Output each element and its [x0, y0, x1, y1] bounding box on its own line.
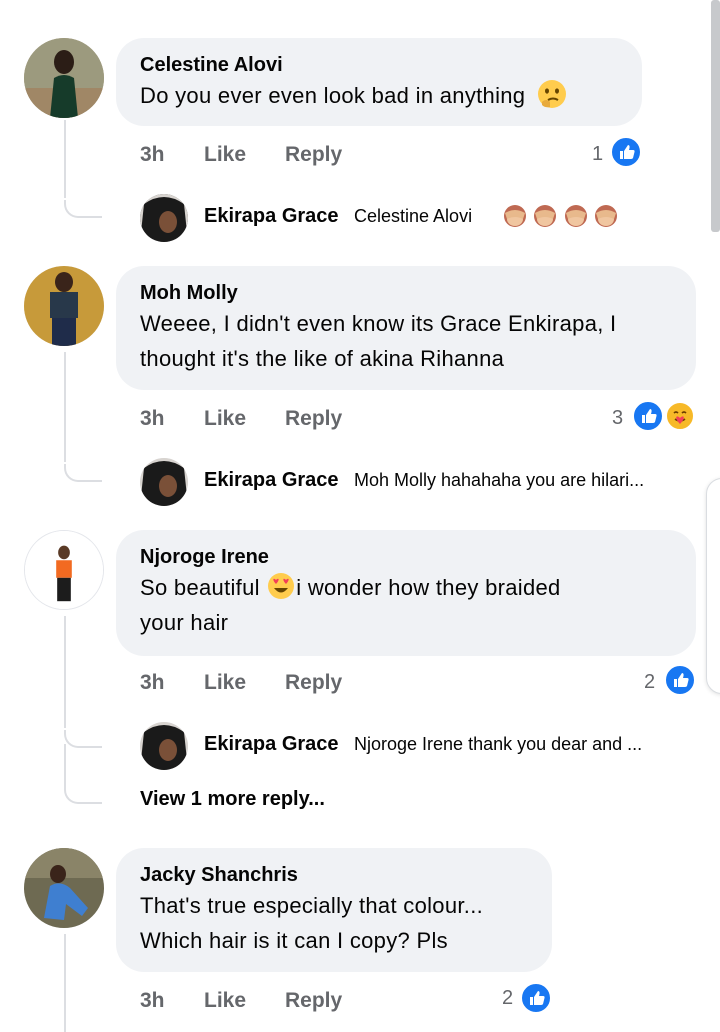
timestamp: 3h — [140, 407, 165, 430]
reaction-count[interactable]: 3 — [612, 407, 623, 430]
see-no-evil-monkey-emoji — [595, 205, 618, 227]
thread-branch — [64, 200, 102, 218]
avatar[interactable] — [140, 194, 188, 242]
avatar[interactable] — [24, 38, 104, 118]
comment-text: That's true especially that colour... Wh… — [140, 888, 528, 958]
comment-text-line: So beautiful i wonder how they braided — [140, 570, 672, 605]
reaction-count[interactable]: 2 — [502, 987, 513, 1010]
thread-line — [64, 616, 66, 728]
avatar[interactable] — [24, 266, 104, 346]
reply-button[interactable]: Reply — [285, 671, 342, 695]
thread-line — [64, 120, 66, 198]
comment-bubble: Celestine Alovi Do you ever even look ba… — [116, 38, 642, 126]
view-more-replies-link[interactable]: View 1 more reply... — [140, 788, 325, 811]
avatar[interactable] — [140, 458, 188, 506]
like-button[interactable]: Like — [204, 143, 246, 167]
like-button[interactable]: Like — [204, 407, 246, 431]
comment-bubble: Jacky Shanchris That's true especially t… — [116, 848, 552, 972]
comment-bubble: Moh Molly Weeee, I didn't even know its … — [116, 266, 696, 390]
like-button[interactable]: Like — [204, 989, 246, 1013]
comment-text-content: Do you ever even look bad in anything — [140, 83, 526, 108]
heart-eyes-emoji — [268, 573, 295, 599]
avatar[interactable] — [24, 848, 104, 928]
thread-branch — [64, 730, 102, 748]
scrollbar[interactable] — [711, 0, 720, 232]
comment-text: So beautiful i wonder how they braided y… — [140, 570, 672, 640]
commenter-name[interactable]: Celestine Alovi — [140, 52, 618, 78]
reply-button[interactable]: Reply — [285, 989, 342, 1013]
like-reaction-icon[interactable] — [520, 982, 552, 1014]
reply-text: Njoroge Irene thank you dear and ... — [354, 734, 643, 754]
see-no-evil-monkey-emoji — [564, 205, 587, 227]
comment-text: Weeee, I didn't even know its Grace Enki… — [140, 306, 672, 376]
comment-text-part: i wonder how they braided — [296, 575, 561, 600]
reaction-count[interactable]: 2 — [644, 671, 655, 694]
replier-name[interactable]: Ekirapa Grace — [204, 733, 339, 756]
like-button[interactable]: Like — [204, 671, 246, 695]
like-reaction-icon[interactable] — [664, 664, 696, 696]
reaction-count[interactable]: 1 — [592, 143, 603, 166]
timestamp: 3h — [140, 989, 165, 1012]
thread-line — [64, 934, 66, 1032]
commenter-name[interactable]: Moh Molly — [140, 280, 672, 306]
thread-line — [64, 352, 66, 462]
comment-text-part: So beautiful — [140, 575, 260, 600]
see-no-evil-monkey-emoji — [534, 205, 557, 227]
avatar[interactable] — [140, 722, 188, 770]
timestamp: 3h — [140, 143, 165, 166]
thinking-face-emoji — [537, 80, 566, 108]
replier-name[interactable]: Ekirapa Grace — [204, 205, 339, 228]
reply-button[interactable]: Reply — [285, 407, 342, 431]
thread-branch — [64, 464, 102, 482]
avatar[interactable] — [24, 530, 104, 610]
commenter-name[interactable]: Njoroge Irene — [140, 544, 672, 570]
reply-text-content: Celestine Alovi — [354, 206, 473, 226]
see-no-evil-monkey-emoji — [504, 205, 526, 227]
like-reaction-icon[interactable] — [610, 136, 642, 168]
care-reaction-icon[interactable] — [664, 400, 696, 432]
comment-text-line: Weeee, I didn't even know its Grace Enki… — [140, 311, 617, 336]
comment-text-line: Which hair is it can I copy? Pls — [140, 928, 448, 953]
comment-text: Do you ever even look bad in anything — [140, 78, 618, 113]
timestamp: 3h — [140, 671, 165, 694]
reply-button[interactable]: Reply — [285, 143, 342, 167]
replier-name[interactable]: Ekirapa Grace — [204, 469, 339, 492]
see-no-evil-monkey-emoji-group — [502, 203, 619, 234]
thread-line — [64, 744, 66, 786]
thread-branch — [64, 786, 102, 804]
like-reaction-icon[interactable] — [632, 400, 664, 432]
comment-text-line: your hair — [140, 610, 229, 635]
comment-text-line: That's true especially that colour... — [140, 893, 484, 918]
reply-text: Moh Molly hahahaha you are hilari... — [354, 470, 645, 490]
comment-text-line: thought it's the like of akina Rihanna — [140, 346, 505, 371]
commenter-name[interactable]: Jacky Shanchris — [140, 862, 528, 888]
comment-bubble: Njoroge Irene So beautiful i wonder how … — [116, 530, 696, 656]
floating-panel-edge — [706, 478, 720, 694]
